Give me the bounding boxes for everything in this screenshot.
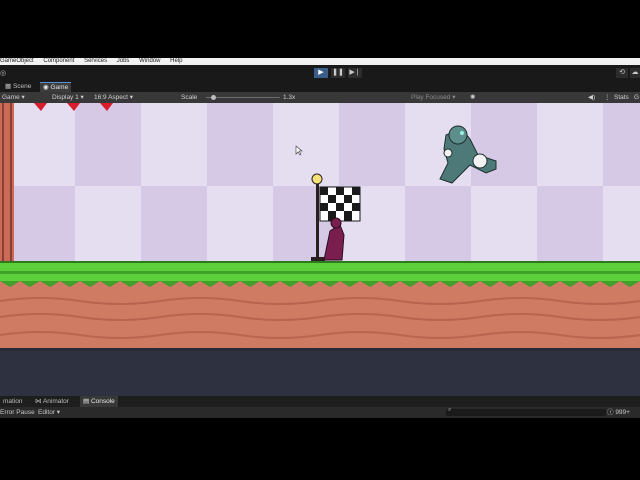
bug-icon[interactable]: ✺ [470, 92, 475, 103]
play-mode-dropdown[interactable]: Play Focused ▾ [411, 92, 455, 103]
account-icon[interactable]: ◎ [0, 69, 6, 77]
stats-button[interactable]: Stats [614, 92, 629, 103]
tab-game-label: Game [50, 84, 69, 91]
brick-wall [0, 103, 14, 261]
more-icon[interactable]: ⋮ [604, 92, 611, 103]
log-count: 999+ [615, 409, 630, 416]
game-scene [0, 103, 640, 351]
scale-slider-handle[interactable] [211, 95, 216, 100]
history-icon: ⟲ [619, 69, 625, 76]
scale-label: Scale [181, 94, 198, 101]
animator-icon: ⋈ [35, 398, 43, 405]
chevron-down-icon: ▾ [80, 94, 84, 101]
aspect-label: 16:9 Aspect [94, 94, 128, 101]
chevron-down-icon: ▾ [129, 94, 134, 101]
tab-animation[interactable]: mation [0, 396, 26, 407]
tab-scene-label: Scene [12, 83, 32, 90]
menu-item-window[interactable]: Window [139, 58, 160, 64]
pause-icon: ❚❚ [332, 69, 344, 76]
aspect-dropdown[interactable]: 16:9 Aspect ▾ [94, 92, 133, 103]
main-toolbar: ◎ ▶ ❚❚ ▶❘ ⟲ ☁ [0, 65, 640, 81]
scale-value: 1.3x [283, 94, 296, 101]
game-icon: ◉ [43, 84, 49, 91]
screen-letterbox-bottom [0, 418, 640, 480]
mute-audio-icon[interactable]: ◀) [588, 92, 595, 103]
step-button[interactable]: ▶❘ [348, 68, 362, 78]
chevron-down-icon: ▾ [452, 94, 456, 101]
play-icon: ▶ [318, 69, 324, 76]
console-icon: ▤ [83, 398, 91, 405]
chevron-down-icon: ▾ [56, 409, 61, 416]
game-mode-label: Game [2, 94, 20, 101]
ground-dirt [0, 281, 640, 351]
editor-label: Editor [38, 409, 55, 416]
tab-scene[interactable]: ▦ Scene [2, 82, 34, 92]
step-icon: ▶❘ [349, 69, 361, 76]
cloud-icon: ☁ [631, 69, 639, 76]
screen-letterbox-top [0, 0, 640, 58]
tab-console-label: Console [90, 398, 115, 405]
game-viewport[interactable] [0, 103, 640, 351]
bottom-panel-tabs: mation ⋈ Animator ▤ Console [0, 396, 640, 407]
chevron-down-icon: ▾ [21, 94, 25, 101]
menu-item-help[interactable]: Help [170, 58, 182, 64]
play-button[interactable]: ▶ [314, 68, 328, 78]
game-view-toolbar: Game ▾ Display 1 ▾ 16:9 Aspect ▾ Scale 1… [0, 92, 640, 103]
search-icon: ⌕ [448, 407, 452, 413]
gizmos-button[interactable]: G [634, 92, 639, 103]
account-button[interactable]: ☁ [630, 68, 640, 78]
game-mode-dropdown[interactable]: Game ▾ [2, 92, 25, 103]
tab-console[interactable]: ▤ Console [80, 396, 118, 407]
play-mode-label: Play Focused [411, 94, 451, 101]
menu-bar: GameObject Component Services Jobs Windo… [0, 58, 640, 65]
display-dropdown[interactable]: Display 1 ▾ [52, 92, 84, 103]
scale-slider-track[interactable] [206, 97, 280, 98]
pause-button[interactable]: ❚❚ [331, 68, 345, 78]
history-button[interactable]: ⟲ [616, 68, 628, 78]
menu-item-services[interactable]: Services [84, 58, 107, 64]
menu-item-gameobject[interactable]: GameObject [0, 58, 34, 64]
game-view-empty-area [0, 351, 640, 396]
tab-animator[interactable]: ⋈ Animator [32, 396, 72, 407]
tab-animator-label: Animator [42, 398, 69, 405]
console-search-input[interactable]: ⌕ [446, 407, 606, 416]
menu-item-jobs[interactable]: Jobs [117, 58, 130, 64]
editor-dropdown[interactable]: Editor ▾ [38, 407, 60, 418]
error-pause-button[interactable]: Error Pause [0, 407, 35, 418]
display-label: Display 1 [52, 94, 79, 101]
view-tab-row: ▦ Scene ◉ Game [0, 81, 640, 93]
log-count-badge[interactable]: ⓘ 999+ [607, 407, 630, 418]
menu-item-component[interactable]: Component [43, 58, 74, 64]
scene-icon: ▦ [5, 83, 12, 90]
